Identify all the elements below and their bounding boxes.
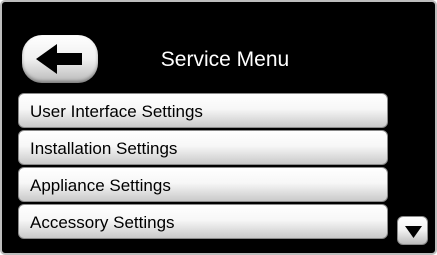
down-triangle-icon xyxy=(405,226,422,238)
menu-item-label: Installation Settings xyxy=(30,139,178,158)
left-arrow-icon xyxy=(36,44,82,74)
menu-item-accessory-settings[interactable]: Accessory Settings xyxy=(18,204,388,239)
scroll-down-button[interactable] xyxy=(397,216,428,245)
page-title: Service Menu xyxy=(160,48,290,71)
menu-item-appliance-settings[interactable]: Appliance Settings xyxy=(18,167,388,202)
service-menu-screen: Service Menu User Interface Settings Ins… xyxy=(10,10,431,249)
menu-item-installation-settings[interactable]: Installation Settings xyxy=(18,130,388,165)
menu-item-label: Accessory Settings xyxy=(30,213,175,232)
menu-item-label: Appliance Settings xyxy=(30,176,171,195)
menu-item-user-interface-settings[interactable]: User Interface Settings xyxy=(18,93,388,128)
menu-item-label: User Interface Settings xyxy=(30,102,203,121)
settings-menu: User Interface Settings Installation Set… xyxy=(18,93,388,241)
device-frame: Service Menu User Interface Settings Ins… xyxy=(0,0,437,255)
back-button[interactable] xyxy=(22,35,98,83)
